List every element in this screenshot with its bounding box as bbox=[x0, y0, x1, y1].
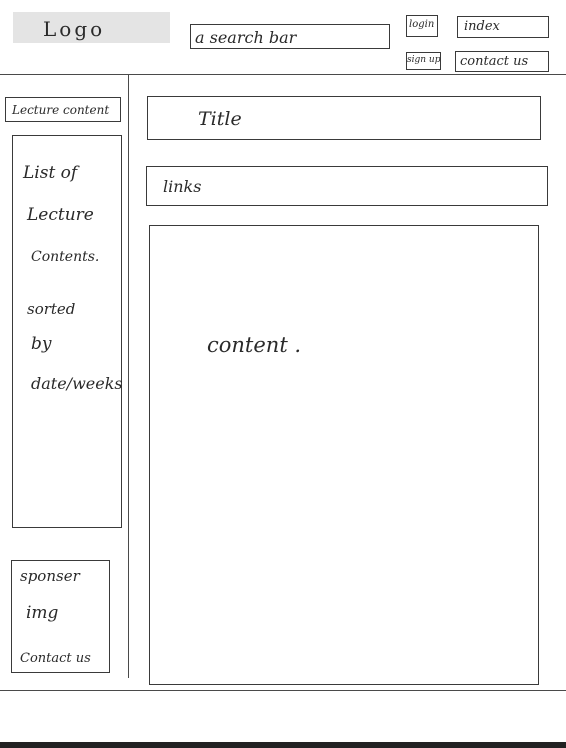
logo-text: Logo bbox=[43, 17, 106, 41]
search-placeholder: a search bar bbox=[195, 28, 297, 47]
sponsor-panel[interactable]: sponser img Contact us bbox=[11, 560, 110, 673]
lecture-content-title: Lecture content bbox=[12, 103, 110, 117]
bottom-bar bbox=[0, 742, 566, 748]
lecture-list-line-1: List of bbox=[23, 163, 78, 183]
login-button[interactable]: login bbox=[406, 15, 438, 37]
signup-button[interactable]: sign up bbox=[406, 52, 441, 70]
content-label: content . bbox=[207, 333, 302, 357]
logo[interactable]: Logo bbox=[13, 12, 170, 43]
lecture-list-line-4: sorted bbox=[27, 300, 76, 318]
title-label: Title bbox=[198, 108, 242, 130]
header-divider bbox=[0, 74, 566, 76]
lecture-list-line-3: Contents. bbox=[31, 249, 100, 265]
footer-divider bbox=[0, 690, 566, 692]
title-box[interactable]: Title bbox=[147, 96, 541, 140]
content-area[interactable]: content . bbox=[149, 225, 539, 685]
contact-us-link[interactable]: contact us bbox=[455, 51, 549, 72]
lecture-list-line-2: Lecture bbox=[27, 205, 94, 225]
sponsor-label: sponser bbox=[20, 567, 80, 585]
login-label: login bbox=[409, 19, 435, 30]
lecture-list-line-6: date/weeks bbox=[31, 374, 123, 393]
sponsor-contact-label: Contact us bbox=[20, 651, 91, 666]
search-bar[interactable]: a search bar bbox=[190, 24, 390, 49]
links-label: links bbox=[163, 177, 202, 196]
sponsor-img-label: img bbox=[26, 603, 59, 623]
signup-label: sign up bbox=[407, 55, 441, 65]
lecture-list-panel[interactable]: List of Lecture Contents. sorted by date… bbox=[12, 135, 123, 528]
sidebar-divider bbox=[128, 74, 130, 678]
lecture-list-line-5: by bbox=[31, 334, 52, 354]
index-label: index bbox=[464, 19, 500, 34]
links-box[interactable]: links bbox=[146, 166, 548, 206]
contact-us-label: contact us bbox=[460, 54, 529, 69]
lecture-content-header[interactable]: Lecture content bbox=[5, 97, 121, 122]
index-link[interactable]: index bbox=[457, 16, 549, 38]
